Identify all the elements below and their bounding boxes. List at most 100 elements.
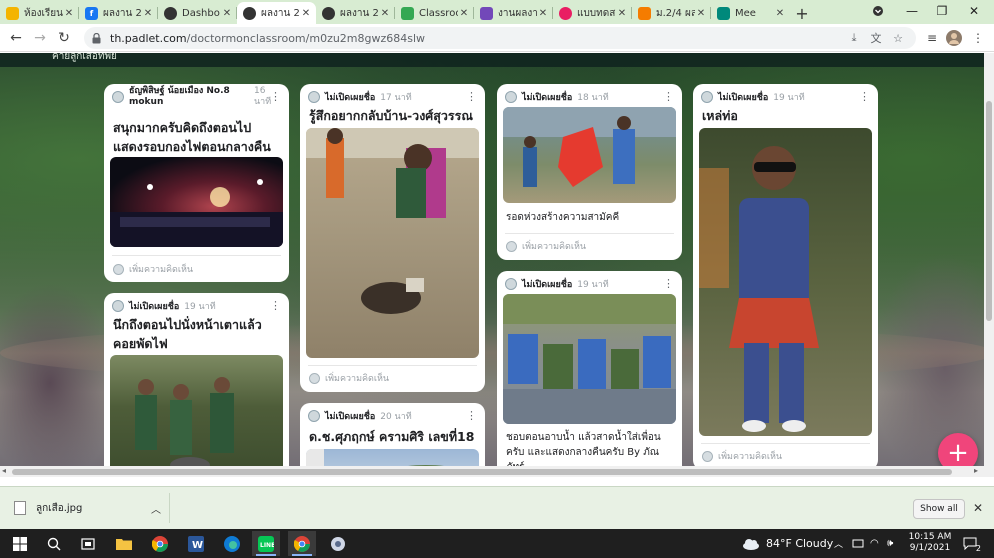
add-post-plus: + — [947, 438, 969, 468]
wifi-icon[interactable]: ◠ — [870, 529, 879, 558]
post-card[interactable]: ไม่เปิดเผยชื่อ 17 นาที ⋮ รู้สึกอยากกลับบ… — [300, 84, 485, 392]
close-icon[interactable]: ✕ — [221, 8, 233, 19]
restore-button[interactable]: ❐ — [928, 0, 956, 22]
address-bar[interactable]: th.padlet.com/doctormonclassroom/m0zu2m8… — [84, 27, 916, 49]
lock-icon[interactable] — [90, 32, 102, 44]
notification-center-icon[interactable]: 2 — [962, 535, 981, 553]
close-icon[interactable]: ✕ — [537, 8, 549, 19]
close-icon[interactable]: ✕ — [973, 501, 983, 515]
forward-button[interactable]: → — [30, 28, 50, 48]
post-menu-icon[interactable]: ⋮ — [466, 90, 477, 103]
edge-icon[interactable] — [218, 531, 246, 556]
download-page-icon[interactable]: ⤓ — [846, 30, 862, 46]
add-comment[interactable]: เพิ่มความคิดเห็น — [113, 262, 281, 276]
minimize-button[interactable]: — — [898, 0, 926, 22]
add-comment-label: เพิ่มความคิดเห็น — [522, 242, 587, 252]
volume-icon[interactable]: 🕪 — [887, 529, 893, 558]
browser-tab[interactable]: ผลงาน 2 ✕ — [316, 2, 395, 24]
post-menu-icon[interactable]: ⋮ — [270, 90, 281, 103]
chevron-up-icon[interactable]: ︿ — [151, 501, 161, 516]
show-hidden-icons[interactable]: ︿ — [834, 529, 843, 558]
close-icon[interactable]: ✕ — [616, 8, 628, 19]
vertical-scrollbar[interactable] — [984, 53, 994, 477]
reading-list-icon[interactable]: ≡ — [922, 28, 942, 48]
post-image[interactable] — [110, 157, 283, 247]
browser-tab[interactable]: แบบทดส ✕ — [553, 2, 632, 24]
post-menu-icon[interactable]: ⋮ — [270, 299, 281, 312]
add-comment[interactable]: เพิ่มความคิดเห็น — [309, 371, 477, 385]
browser-tab[interactable]: งานผลงาน ✕ — [474, 2, 553, 24]
browser-tab[interactable]: ห้องเรียน ✕ — [0, 2, 79, 24]
show-all-button[interactable]: Show all — [913, 499, 965, 519]
post-card[interactable]: ไม่เปิดเผยชื่อ 19 นาที ⋮ ชอบตอนอาบน้ำ แล… — [497, 271, 682, 477]
close-window-button[interactable]: ✕ — [960, 0, 988, 22]
line-app-icon[interactable]: LINE — [252, 531, 280, 556]
post-menu-icon[interactable]: ⋮ — [663, 90, 674, 103]
padlet-icon — [243, 6, 256, 20]
menu-kebab-icon[interactable]: ⋮ — [968, 28, 988, 48]
post-image[interactable] — [503, 294, 676, 424]
scrollbar-thumb[interactable] — [986, 101, 992, 321]
post-card[interactable]: ธัญพิสิษฐ์ น้อยเมือง No.8 mokun 16 นาที … — [104, 84, 289, 282]
close-icon[interactable]: ✕ — [63, 8, 75, 19]
post-menu-icon[interactable]: ⋮ — [466, 409, 477, 422]
browser-tab[interactable]: Dashbo ✕ — [158, 2, 237, 24]
browser-tab[interactable]: Classroo ✕ — [395, 2, 474, 24]
post-card[interactable]: ไม่เปิดเผยชื่อ 19 นาที ⋮ นึกถึงตอนไปนั่ง… — [104, 293, 289, 477]
search-icon[interactable] — [40, 531, 68, 556]
post-body: รอดห่วงสร้างความสามัคคี — [506, 212, 620, 223]
commenter-avatar — [506, 240, 517, 252]
commenter-avatar — [113, 263, 124, 275]
chrome-active-icon[interactable] — [288, 531, 316, 556]
add-comment[interactable]: เพิ่มความคิดเห็น — [702, 449, 870, 463]
close-icon[interactable]: ✕ — [458, 8, 470, 19]
post-card[interactable]: ไม่เปิดเผยชื่อ 18 นาที ⋮ รอดห่วงสร้างควา… — [497, 84, 682, 260]
system-clock[interactable]: 10:15 AM 9/1/2021 — [905, 532, 955, 554]
bookmark-star-icon[interactable]: ☆ — [890, 30, 906, 46]
snipping-tool-icon[interactable] — [324, 531, 352, 556]
post-image[interactable] — [699, 128, 872, 436]
task-view-icon[interactable] — [74, 531, 102, 556]
add-comment[interactable]: เพิ่มความคิดเห็น — [506, 239, 674, 253]
close-icon[interactable]: ✕ — [695, 8, 707, 19]
profile-avatar[interactable] — [944, 28, 964, 48]
horizontal-scrollbar[interactable]: ◂ ▸ — [0, 466, 994, 477]
add-comment-label: เพิ่มความคิดเห็น — [129, 265, 194, 275]
windows-start-icon[interactable] — [6, 531, 34, 556]
close-icon[interactable]: ✕ — [300, 8, 312, 19]
tab-label: ม.2/4 ผลง — [656, 7, 695, 19]
browser-tab[interactable]: ม.2/4 ผลง ✕ — [632, 2, 711, 24]
post-menu-icon[interactable]: ⋮ — [859, 90, 870, 103]
chrome-icon[interactable] — [146, 531, 174, 556]
scrollbar-thumb[interactable] — [12, 469, 952, 475]
scroll-right-icon[interactable]: ▸ — [974, 466, 978, 475]
post-author: ไม่เปิดเผยชื่อ — [129, 302, 180, 312]
browser-tab[interactable]: Mee ✕ — [711, 2, 790, 24]
url-text[interactable]: th.padlet.com/doctormonclassroom/m0zu2m8… — [110, 32, 425, 45]
reload-button[interactable]: ↻ — [54, 28, 74, 48]
tab-search-icon[interactable] — [868, 0, 888, 22]
word-icon[interactable]: W — [182, 531, 210, 556]
padlet-icon — [164, 6, 177, 20]
close-icon[interactable]: ✕ — [774, 8, 786, 19]
post-image[interactable] — [110, 355, 283, 477]
weather-widget[interactable]: 84°F Cloudy — [742, 529, 833, 558]
tab-label: ผลงาน 2 — [340, 7, 379, 19]
post-image[interactable] — [503, 107, 676, 203]
post-menu-icon[interactable]: ⋮ — [663, 277, 674, 290]
browser-tab-active[interactable]: ผลงาน 2 ✕ — [237, 2, 316, 24]
author-avatar — [308, 410, 320, 422]
new-tab-button[interactable]: + — [790, 2, 814, 24]
translate-icon[interactable]: 文 — [868, 30, 884, 46]
back-button[interactable]: ← — [6, 28, 26, 48]
download-item[interactable]: ลูกเสือ.jpg ︿ — [8, 493, 170, 523]
post-card[interactable]: ไม่เปิดเผยชื่อ 19 นาที ⋮ เหล่ท่อ เพิ่มคว… — [693, 84, 878, 470]
close-icon[interactable]: ✕ — [379, 8, 391, 19]
file-explorer-icon[interactable] — [110, 531, 138, 556]
post-image[interactable] — [306, 128, 479, 358]
network-icon[interactable] — [852, 529, 864, 558]
forms-icon — [480, 6, 493, 20]
close-icon[interactable]: ✕ — [142, 8, 154, 19]
browser-tab[interactable]: f ผลงาน 2 ✕ — [79, 2, 158, 24]
scroll-left-icon[interactable]: ◂ — [2, 466, 6, 475]
